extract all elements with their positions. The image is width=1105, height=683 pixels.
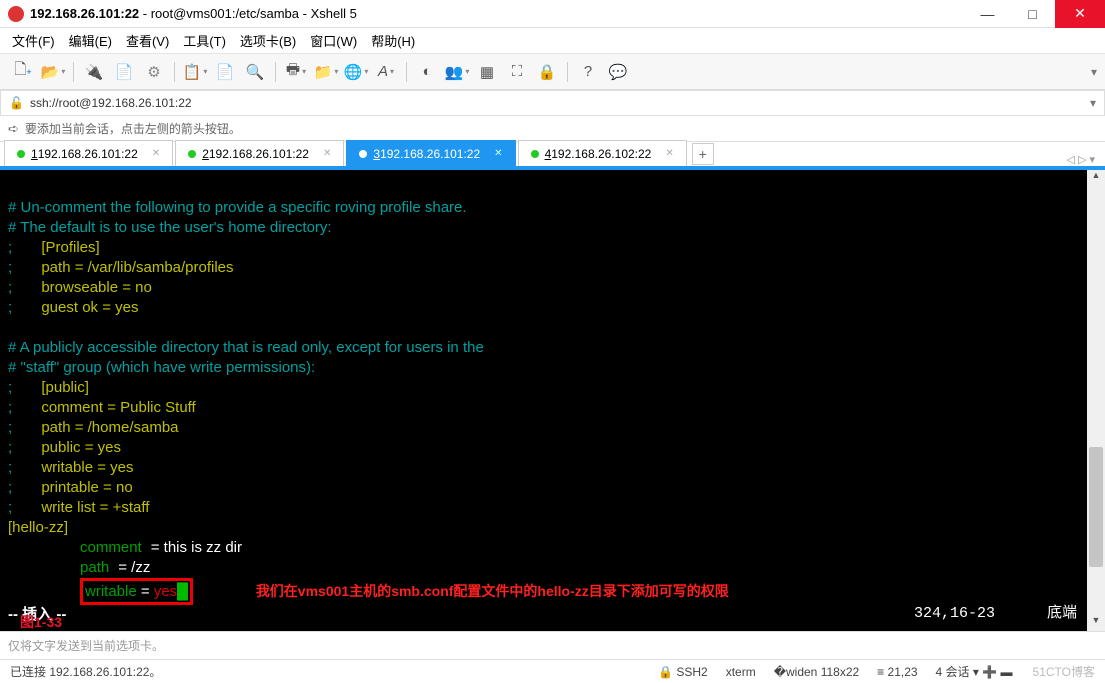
hint-bar: ➪ 要添加当前会话，点击左侧的箭头按钮。 — [0, 116, 1105, 142]
status-term: xterm — [726, 665, 756, 679]
paste-icon[interactable]: 📄 — [213, 60, 237, 84]
tab-2[interactable]: 2 192.168.26.101:22✕ — [175, 140, 344, 166]
status-pos: ≡ 21,23 — [877, 665, 917, 679]
address-bar[interactable]: 🔓 ssh://root@192.168.26.101:22 ▾ — [0, 90, 1105, 116]
scroll-thumb[interactable] — [1089, 447, 1103, 567]
titlebar: 192.168.26.101:22 - root@vms001:/etc/sam… — [0, 0, 1105, 28]
disconnect-icon[interactable]: 📄 — [112, 60, 136, 84]
figure-label: 图1-33 — [20, 612, 62, 681]
print-icon[interactable]: 🖶 — [284, 60, 308, 84]
maximize-button[interactable]: □ — [1010, 0, 1055, 28]
toolbar: 🗋+ 📂 🔌 📄 ⚙ 📋 📄 🔍 🖶 📁 🌐 A ◐ 👥 ▦ ⛶ 🔒 ? 💬 ▾ — [0, 54, 1105, 90]
properties-icon[interactable]: ⚙ — [142, 60, 166, 84]
menubar: 文件(F) 编辑(E) 查看(V) 工具(T) 选项卡(B) 窗口(W) 帮助(… — [0, 28, 1105, 54]
tab-nav[interactable]: ◁ ▷ ▾ — [1066, 153, 1095, 166]
scroll-down-icon[interactable]: ▼ — [1087, 615, 1105, 631]
hint-text: 要添加当前会话，点击左侧的箭头按钮。 — [25, 120, 241, 137]
menu-tools[interactable]: 工具(T) — [183, 31, 226, 50]
status-size: �widen 118x22 — [774, 665, 859, 679]
scroll-up-icon[interactable]: ▲ — [1087, 170, 1105, 186]
hint-arrow-icon[interactable]: ➪ — [8, 121, 19, 137]
tab-strip: 1 192.168.26.101:22✕ 2 192.168.26.101:22… — [0, 142, 1105, 170]
fullscreen-icon[interactable]: ⛶ — [505, 60, 529, 84]
close-icon[interactable]: ✕ — [665, 148, 673, 159]
scrollbar[interactable]: ▲ ▼ — [1087, 170, 1105, 631]
transfer-icon[interactable]: 📁 — [314, 60, 338, 84]
status-bar: 已连接 192.168.26.101:22。 🔒 SSH2 xterm �wid… — [0, 659, 1105, 683]
chat-icon[interactable]: 💬 — [606, 60, 630, 84]
compose-hint[interactable]: 仅将文字发送到当前选项卡。 图1-33 — [0, 631, 1105, 659]
add-tab-button[interactable]: + — [692, 143, 714, 165]
lock-icon[interactable]: 🔒 — [535, 60, 559, 84]
terminal-wrap: # Un-comment the following to provide a … — [0, 170, 1105, 631]
tab-1[interactable]: 1 192.168.26.101:22✕ — [4, 140, 173, 166]
address-dropdown-icon[interactable]: ▾ — [1090, 96, 1096, 110]
menu-tab[interactable]: 选项卡(B) — [240, 31, 296, 50]
new-session-icon[interactable]: 🗋+ — [11, 60, 35, 84]
globe-icon[interactable]: 🌐 — [344, 60, 368, 84]
close-icon[interactable]: ✕ — [323, 148, 331, 159]
minimize-button[interactable]: — — [965, 0, 1010, 28]
window-title: 192.168.26.101:22 - root@vms001:/etc/sam… — [30, 6, 965, 21]
lock-small-icon: 🔓 — [9, 96, 24, 110]
status-ssh: 🔒 SSH2 — [658, 665, 708, 679]
reconnect-icon[interactable]: 🔌 — [82, 60, 106, 84]
font-icon[interactable]: A — [374, 60, 398, 84]
users-icon[interactable]: 👥 — [445, 60, 469, 84]
copy-icon[interactable]: 📋 — [183, 60, 207, 84]
close-button[interactable]: ✕ — [1055, 0, 1105, 28]
close-icon[interactable]: ✕ — [152, 148, 160, 159]
status-sessions: 4 会话 ▾ ➕ ▬ — [936, 663, 1013, 680]
menu-window[interactable]: 窗口(W) — [310, 31, 357, 50]
help-icon[interactable]: ? — [576, 60, 600, 84]
menu-view[interactable]: 查看(V) — [126, 31, 169, 50]
find-icon[interactable]: 🔍 — [243, 60, 267, 84]
menu-file[interactable]: 文件(F) — [12, 31, 55, 50]
watermark: 51CTO博客 — [1033, 663, 1095, 680]
tab-3[interactable]: 3 192.168.26.101:22✕ — [346, 140, 515, 166]
app-icon — [8, 6, 24, 22]
address-text[interactable]: ssh://root@192.168.26.101:22 — [30, 96, 1090, 110]
open-icon[interactable]: 📂 — [41, 60, 65, 84]
toolbar-overflow-icon[interactable]: ▾ — [1091, 65, 1097, 79]
tab-4[interactable]: 4 192.168.26.102:22✕ — [518, 140, 687, 166]
status-connection: 已连接 192.168.26.101:22。 — [10, 663, 640, 680]
menu-edit[interactable]: 编辑(E) — [69, 31, 112, 50]
color-icon[interactable]: ◐ — [415, 60, 439, 84]
close-icon[interactable]: ✕ — [494, 148, 502, 159]
menu-help[interactable]: 帮助(H) — [371, 31, 415, 50]
terminal[interactable]: # Un-comment the following to provide a … — [0, 170, 1087, 631]
script-icon[interactable]: ▦ — [475, 60, 499, 84]
